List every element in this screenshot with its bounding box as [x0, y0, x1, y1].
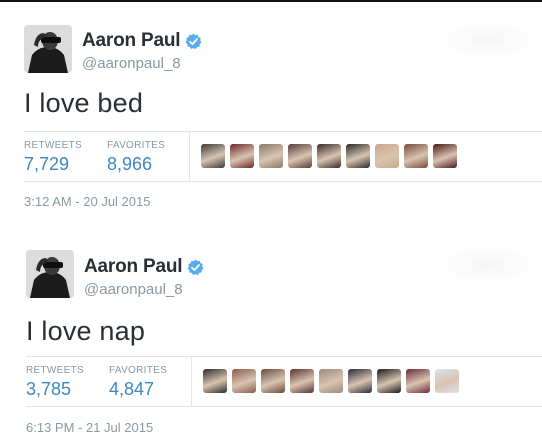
verified-badge-icon [185, 33, 202, 50]
favoriter-avatar[interactable] [346, 144, 370, 168]
retweets-count: 3,785 [26, 379, 72, 399]
background-blur [432, 20, 542, 60]
favoriter-avatar[interactable] [317, 144, 341, 168]
tweet-timestamp[interactable]: 6:13 PM - 21 Jul 2015 [26, 420, 153, 435]
favoriter-avatar[interactable] [261, 369, 285, 393]
favoriter-avatar[interactable] [290, 369, 314, 393]
favorites-label: FAVORITES [109, 365, 168, 376]
favorites-count: 4,847 [109, 379, 155, 399]
favorites-count: 8,966 [107, 154, 153, 174]
user-handle[interactable]: @aaronpaul_8 [82, 55, 181, 72]
favoriter-avatar[interactable] [230, 144, 254, 168]
tweet-timestamp[interactable]: 3:12 AM - 20 Jul 2015 [24, 194, 150, 209]
avatar[interactable] [24, 25, 72, 73]
retweets-label: RETWEETS [24, 140, 82, 151]
favoriter-avatar[interactable] [406, 369, 430, 393]
background-blur [432, 245, 542, 285]
retweets-stat[interactable]: RETWEETS 7,729 [24, 140, 82, 175]
retweets-stat[interactable]: RETWEETS 3,785 [26, 365, 84, 400]
divider [24, 181, 542, 182]
favoriter-avatar[interactable] [203, 369, 227, 393]
favoriter-avatar[interactable] [319, 369, 343, 393]
favorites-label: FAVORITES [107, 140, 166, 151]
retweets-label: RETWEETS [26, 365, 84, 376]
author-name-row: Aaron Paul [84, 255, 204, 279]
tweet: Aaron Paul @aaronpaul_8 I love nap RETWE… [0, 225, 542, 445]
retweets-count: 7,729 [24, 154, 70, 174]
favorites-stat[interactable]: FAVORITES 8,966 [107, 140, 165, 175]
tweet-text: I love nap [26, 316, 146, 346]
verified-badge-icon [187, 259, 204, 276]
favoriter-avatars [203, 369, 464, 393]
stats-separator [189, 131, 190, 181]
tweet-text: I love bed [24, 88, 144, 118]
favoriter-avatar[interactable] [201, 144, 225, 168]
display-name[interactable]: Aaron Paul [84, 256, 183, 278]
favoriter-avatar[interactable] [232, 369, 256, 393]
favoriter-avatar[interactable] [375, 144, 399, 168]
stats-separator [191, 356, 192, 406]
tweet-stats: RETWEETS 7,729 FAVORITES 8,966 [24, 131, 542, 182]
tweet-stats: RETWEETS 3,785 FAVORITES 4,847 [26, 356, 542, 407]
user-handle[interactable]: @aaronpaul_8 [84, 281, 183, 298]
favoriter-avatar[interactable] [433, 144, 457, 168]
favoriter-avatar[interactable] [259, 144, 283, 168]
display-name[interactable]: Aaron Paul [82, 30, 181, 52]
favoriter-avatar[interactable] [288, 144, 312, 168]
favoriter-avatar[interactable] [348, 369, 372, 393]
author-name-row: Aaron Paul [82, 29, 202, 53]
favoriter-avatars [201, 144, 462, 168]
divider [26, 406, 542, 407]
favoriter-avatar[interactable] [404, 144, 428, 168]
avatar[interactable] [26, 250, 74, 298]
tweet: Aaron Paul @aaronpaul_8 I love bed RETWE… [0, 0, 542, 220]
divider [26, 356, 542, 357]
favoriter-avatar[interactable] [377, 369, 401, 393]
favorites-stat[interactable]: FAVORITES 4,847 [109, 365, 167, 400]
favoriter-avatar[interactable] [435, 369, 459, 393]
divider [24, 131, 542, 132]
